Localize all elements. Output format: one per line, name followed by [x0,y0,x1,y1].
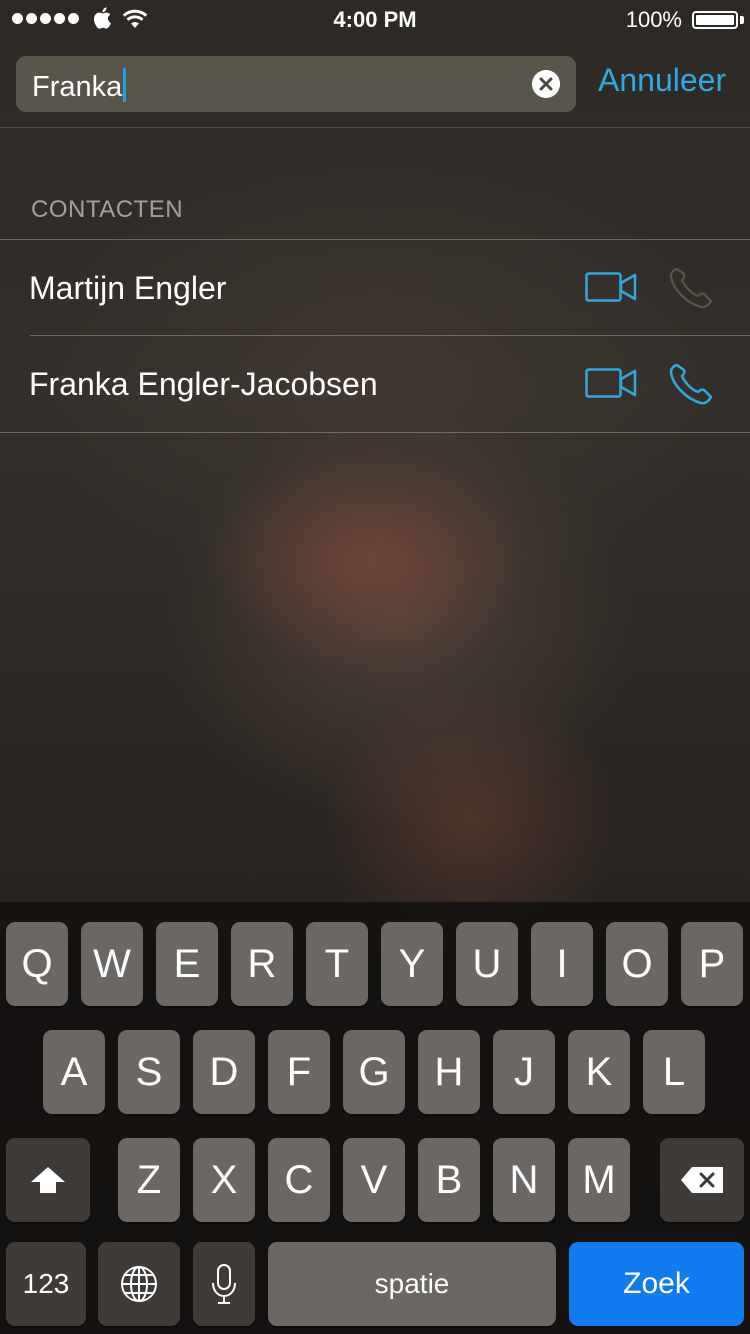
key-x[interactable]: X [193,1138,255,1222]
phone-call-icon[interactable] [668,266,716,310]
key-v[interactable]: V [343,1138,405,1222]
shift-key[interactable] [6,1138,90,1222]
battery-tip [740,16,744,24]
key-j[interactable]: J [493,1030,555,1114]
key-q[interactable]: Q [6,922,68,1006]
battery-percentage: 100% [625,7,682,32]
microphone-icon [212,1264,236,1304]
key-t[interactable]: T [306,922,368,1006]
key-c[interactable]: C [268,1138,330,1222]
globe-key[interactable] [98,1242,180,1326]
contact-row[interactable]: Martijn Engler [0,240,750,336]
key-e[interactable]: E [156,922,218,1006]
numbers-key[interactable]: 123 [6,1242,86,1326]
divider [0,127,750,128]
key-g[interactable]: G [343,1030,405,1114]
clear-search-icon[interactable] [532,70,560,98]
globe-icon [121,1266,157,1302]
key-u[interactable]: U [456,922,518,1006]
dictation-key[interactable] [193,1242,255,1326]
key-h[interactable]: H [418,1030,480,1114]
cancel-button[interactable]: Annuleer [598,62,726,99]
key-d[interactable]: D [193,1030,255,1114]
key-k[interactable]: K [568,1030,630,1114]
key-r[interactable]: R [231,922,293,1006]
key-i[interactable]: I [531,922,593,1006]
key-s[interactable]: S [118,1030,180,1114]
search-key[interactable]: Zoek [569,1242,744,1326]
key-o[interactable]: O [606,922,668,1006]
key-w[interactable]: W [81,922,143,1006]
key-z[interactable]: Z [118,1138,180,1222]
key-p[interactable]: P [681,922,743,1006]
contact-name: Franka Engler-Jacobsen [29,366,378,402]
shift-icon [31,1167,65,1193]
key-l[interactable]: L [643,1030,705,1114]
key-b[interactable]: B [418,1138,480,1222]
search-input[interactable]: Franka [16,56,576,112]
backspace-icon [681,1167,723,1193]
text-caret [123,68,127,102]
key-m[interactable]: M [568,1138,630,1222]
key-a[interactable]: A [43,1030,105,1114]
video-call-icon[interactable] [585,272,637,302]
status-bar: 4:00 PM 100% [0,0,750,40]
space-key[interactable]: spatie [268,1242,556,1326]
battery-icon [692,11,738,29]
contact-name: Martijn Engler [29,270,227,306]
contact-row[interactable]: Franka Engler-Jacobsen [0,336,750,432]
key-f[interactable]: F [268,1030,330,1114]
search-query-value: Franka [32,71,123,103]
section-header-contacts: CONTACTEN [31,196,184,223]
video-call-icon[interactable] [585,368,637,398]
divider [0,432,750,433]
phone-call-icon[interactable] [668,362,716,406]
search-query-text: Franka [32,68,127,104]
key-y[interactable]: Y [381,922,443,1006]
key-n[interactable]: N [493,1138,555,1222]
delete-key[interactable] [660,1138,744,1222]
